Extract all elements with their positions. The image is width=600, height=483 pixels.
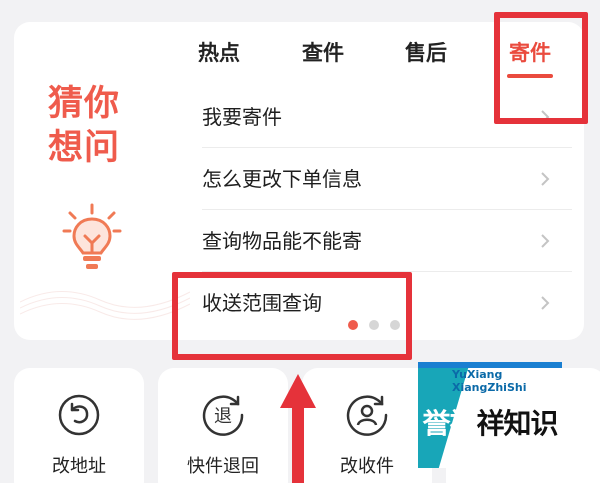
list-item-label: 查询物品能不能寄	[202, 229, 362, 253]
annotation-box-item	[172, 272, 412, 360]
lightbulb-icon	[62, 203, 122, 269]
tab-hot[interactable]: 热点	[174, 38, 264, 68]
tab-track[interactable]: 查件	[278, 38, 368, 68]
user-circle-icon	[346, 395, 388, 436]
watermark-logo: YuXiang XiangZhiShi 誉祥祥知识	[418, 362, 562, 468]
shortcut-change-address[interactable]: 改地址	[14, 368, 144, 483]
svg-text:退: 退	[214, 406, 232, 427]
chevron-right-icon	[541, 234, 550, 248]
guess-title: 猜你想问	[48, 84, 121, 168]
tab-after-sale[interactable]: 售后	[381, 38, 471, 68]
chevron-right-icon	[541, 296, 550, 310]
list-item-label: 我要寄件	[202, 105, 282, 129]
annotation-arrow	[280, 374, 316, 483]
list-item[interactable]: 查询物品能不能寄	[202, 210, 572, 272]
list-item-label: 怎么更改下单信息	[202, 167, 362, 191]
return-badge-icon: 退	[202, 395, 244, 436]
undo-circle-icon	[58, 394, 100, 436]
watermark-english: YuXiang XiangZhiShi	[452, 368, 527, 394]
list-item[interactable]: 怎么更改下单信息	[202, 148, 572, 210]
decorative-waves	[20, 291, 190, 320]
annotation-box-tab	[494, 12, 588, 124]
chevron-right-icon	[541, 172, 550, 186]
shortcut-label: 改地址	[52, 456, 106, 477]
watermark-chinese: 誉祥祥知识	[422, 407, 558, 440]
